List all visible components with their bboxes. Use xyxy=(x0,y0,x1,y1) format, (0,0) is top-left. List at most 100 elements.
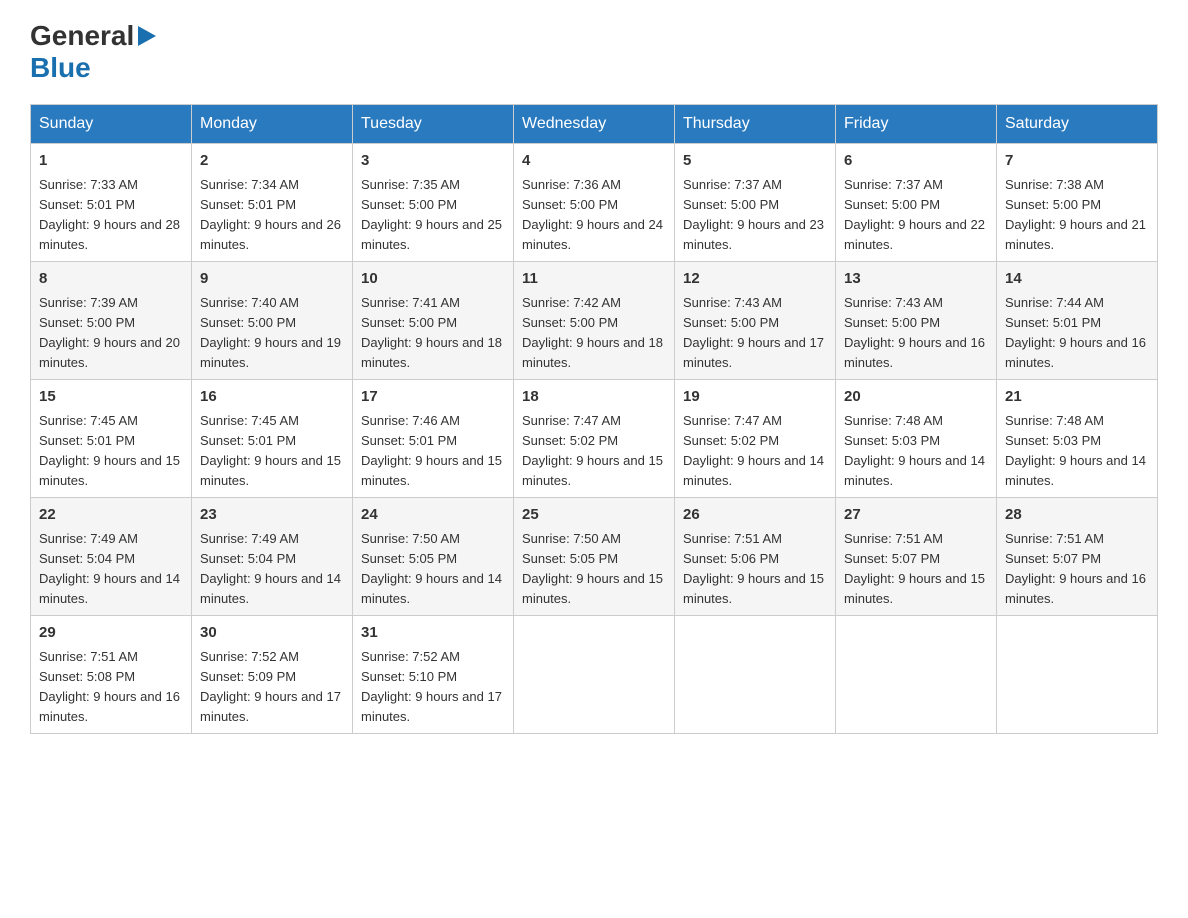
day-info: Sunrise: 7:51 AMSunset: 5:08 PMDaylight:… xyxy=(39,649,180,724)
logo-blue-text: Blue xyxy=(30,52,91,83)
calendar-table: SundayMondayTuesdayWednesdayThursdayFrid… xyxy=(30,104,1158,734)
day-number: 24 xyxy=(361,504,505,527)
calendar-cell: 18 Sunrise: 7:47 AMSunset: 5:02 PMDaylig… xyxy=(514,380,675,498)
calendar-cell: 25 Sunrise: 7:50 AMSunset: 5:05 PMDaylig… xyxy=(514,498,675,616)
day-number: 21 xyxy=(1005,386,1149,409)
day-number: 15 xyxy=(39,386,183,409)
day-number: 4 xyxy=(522,150,666,173)
day-info: Sunrise: 7:47 AMSunset: 5:02 PMDaylight:… xyxy=(683,413,824,488)
calendar-cell: 29 Sunrise: 7:51 AMSunset: 5:08 PMDaylig… xyxy=(31,616,192,734)
day-info: Sunrise: 7:52 AMSunset: 5:09 PMDaylight:… xyxy=(200,649,341,724)
calendar-cell: 6 Sunrise: 7:37 AMSunset: 5:00 PMDayligh… xyxy=(836,144,997,262)
day-number: 8 xyxy=(39,268,183,291)
day-info: Sunrise: 7:49 AMSunset: 5:04 PMDaylight:… xyxy=(200,531,341,606)
day-info: Sunrise: 7:49 AMSunset: 5:04 PMDaylight:… xyxy=(39,531,180,606)
day-info: Sunrise: 7:48 AMSunset: 5:03 PMDaylight:… xyxy=(1005,413,1146,488)
calendar-cell: 28 Sunrise: 7:51 AMSunset: 5:07 PMDaylig… xyxy=(997,498,1158,616)
calendar-cell: 12 Sunrise: 7:43 AMSunset: 5:00 PMDaylig… xyxy=(675,262,836,380)
calendar-cell: 3 Sunrise: 7:35 AMSunset: 5:00 PMDayligh… xyxy=(353,144,514,262)
day-info: Sunrise: 7:36 AMSunset: 5:00 PMDaylight:… xyxy=(522,177,663,252)
calendar-week-row: 1 Sunrise: 7:33 AMSunset: 5:01 PMDayligh… xyxy=(31,144,1158,262)
day-info: Sunrise: 7:52 AMSunset: 5:10 PMDaylight:… xyxy=(361,649,502,724)
page-header: General Blue xyxy=(30,20,1158,84)
day-number: 16 xyxy=(200,386,344,409)
day-info: Sunrise: 7:43 AMSunset: 5:00 PMDaylight:… xyxy=(683,295,824,370)
calendar-cell: 21 Sunrise: 7:48 AMSunset: 5:03 PMDaylig… xyxy=(997,380,1158,498)
day-number: 9 xyxy=(200,268,344,291)
calendar-cell: 4 Sunrise: 7:36 AMSunset: 5:00 PMDayligh… xyxy=(514,144,675,262)
col-header-tuesday: Tuesday xyxy=(353,105,514,144)
day-number: 27 xyxy=(844,504,988,527)
day-info: Sunrise: 7:50 AMSunset: 5:05 PMDaylight:… xyxy=(361,531,502,606)
calendar-cell xyxy=(997,616,1158,734)
col-header-friday: Friday xyxy=(836,105,997,144)
day-number: 13 xyxy=(844,268,988,291)
day-number: 11 xyxy=(522,268,666,291)
col-header-monday: Monday xyxy=(192,105,353,144)
day-info: Sunrise: 7:45 AMSunset: 5:01 PMDaylight:… xyxy=(39,413,180,488)
day-info: Sunrise: 7:51 AMSunset: 5:07 PMDaylight:… xyxy=(844,531,985,606)
day-info: Sunrise: 7:50 AMSunset: 5:05 PMDaylight:… xyxy=(522,531,663,606)
calendar-cell: 1 Sunrise: 7:33 AMSunset: 5:01 PMDayligh… xyxy=(31,144,192,262)
calendar-cell: 10 Sunrise: 7:41 AMSunset: 5:00 PMDaylig… xyxy=(353,262,514,380)
calendar-week-row: 22 Sunrise: 7:49 AMSunset: 5:04 PMDaylig… xyxy=(31,498,1158,616)
day-info: Sunrise: 7:42 AMSunset: 5:00 PMDaylight:… xyxy=(522,295,663,370)
day-info: Sunrise: 7:43 AMSunset: 5:00 PMDaylight:… xyxy=(844,295,985,370)
calendar-cell: 19 Sunrise: 7:47 AMSunset: 5:02 PMDaylig… xyxy=(675,380,836,498)
day-info: Sunrise: 7:37 AMSunset: 5:00 PMDaylight:… xyxy=(844,177,985,252)
calendar-cell: 30 Sunrise: 7:52 AMSunset: 5:09 PMDaylig… xyxy=(192,616,353,734)
day-number: 17 xyxy=(361,386,505,409)
col-header-sunday: Sunday xyxy=(31,105,192,144)
calendar-cell: 11 Sunrise: 7:42 AMSunset: 5:00 PMDaylig… xyxy=(514,262,675,380)
day-number: 7 xyxy=(1005,150,1149,173)
calendar-cell: 20 Sunrise: 7:48 AMSunset: 5:03 PMDaylig… xyxy=(836,380,997,498)
calendar-cell: 22 Sunrise: 7:49 AMSunset: 5:04 PMDaylig… xyxy=(31,498,192,616)
day-info: Sunrise: 7:33 AMSunset: 5:01 PMDaylight:… xyxy=(39,177,180,252)
day-number: 1 xyxy=(39,150,183,173)
day-info: Sunrise: 7:44 AMSunset: 5:01 PMDaylight:… xyxy=(1005,295,1146,370)
calendar-cell xyxy=(836,616,997,734)
day-number: 22 xyxy=(39,504,183,527)
day-info: Sunrise: 7:37 AMSunset: 5:00 PMDaylight:… xyxy=(683,177,824,252)
day-number: 31 xyxy=(361,622,505,645)
calendar-cell xyxy=(675,616,836,734)
day-info: Sunrise: 7:38 AMSunset: 5:00 PMDaylight:… xyxy=(1005,177,1146,252)
calendar-week-row: 8 Sunrise: 7:39 AMSunset: 5:00 PMDayligh… xyxy=(31,262,1158,380)
day-number: 6 xyxy=(844,150,988,173)
calendar-cell: 27 Sunrise: 7:51 AMSunset: 5:07 PMDaylig… xyxy=(836,498,997,616)
day-number: 20 xyxy=(844,386,988,409)
calendar-cell: 2 Sunrise: 7:34 AMSunset: 5:01 PMDayligh… xyxy=(192,144,353,262)
calendar-cell: 8 Sunrise: 7:39 AMSunset: 5:00 PMDayligh… xyxy=(31,262,192,380)
day-number: 30 xyxy=(200,622,344,645)
calendar-cell: 14 Sunrise: 7:44 AMSunset: 5:01 PMDaylig… xyxy=(997,262,1158,380)
calendar-cell: 23 Sunrise: 7:49 AMSunset: 5:04 PMDaylig… xyxy=(192,498,353,616)
day-info: Sunrise: 7:35 AMSunset: 5:00 PMDaylight:… xyxy=(361,177,502,252)
day-info: Sunrise: 7:51 AMSunset: 5:06 PMDaylight:… xyxy=(683,531,824,606)
col-header-saturday: Saturday xyxy=(997,105,1158,144)
calendar-cell xyxy=(514,616,675,734)
calendar-cell: 7 Sunrise: 7:38 AMSunset: 5:00 PMDayligh… xyxy=(997,144,1158,262)
day-number: 14 xyxy=(1005,268,1149,291)
day-number: 29 xyxy=(39,622,183,645)
day-info: Sunrise: 7:41 AMSunset: 5:00 PMDaylight:… xyxy=(361,295,502,370)
day-info: Sunrise: 7:47 AMSunset: 5:02 PMDaylight:… xyxy=(522,413,663,488)
day-number: 5 xyxy=(683,150,827,173)
logo: General Blue xyxy=(30,20,160,84)
calendar-header-row: SundayMondayTuesdayWednesdayThursdayFrid… xyxy=(31,105,1158,144)
day-number: 23 xyxy=(200,504,344,527)
day-info: Sunrise: 7:46 AMSunset: 5:01 PMDaylight:… xyxy=(361,413,502,488)
day-number: 19 xyxy=(683,386,827,409)
calendar-cell: 5 Sunrise: 7:37 AMSunset: 5:00 PMDayligh… xyxy=(675,144,836,262)
calendar-cell: 15 Sunrise: 7:45 AMSunset: 5:01 PMDaylig… xyxy=(31,380,192,498)
calendar-cell: 26 Sunrise: 7:51 AMSunset: 5:06 PMDaylig… xyxy=(675,498,836,616)
col-header-wednesday: Wednesday xyxy=(514,105,675,144)
day-number: 2 xyxy=(200,150,344,173)
calendar-cell: 16 Sunrise: 7:45 AMSunset: 5:01 PMDaylig… xyxy=(192,380,353,498)
day-info: Sunrise: 7:51 AMSunset: 5:07 PMDaylight:… xyxy=(1005,531,1146,606)
day-number: 3 xyxy=(361,150,505,173)
calendar-cell: 9 Sunrise: 7:40 AMSunset: 5:00 PMDayligh… xyxy=(192,262,353,380)
day-number: 10 xyxy=(361,268,505,291)
day-info: Sunrise: 7:45 AMSunset: 5:01 PMDaylight:… xyxy=(200,413,341,488)
calendar-week-row: 29 Sunrise: 7:51 AMSunset: 5:08 PMDaylig… xyxy=(31,616,1158,734)
calendar-cell: 24 Sunrise: 7:50 AMSunset: 5:05 PMDaylig… xyxy=(353,498,514,616)
